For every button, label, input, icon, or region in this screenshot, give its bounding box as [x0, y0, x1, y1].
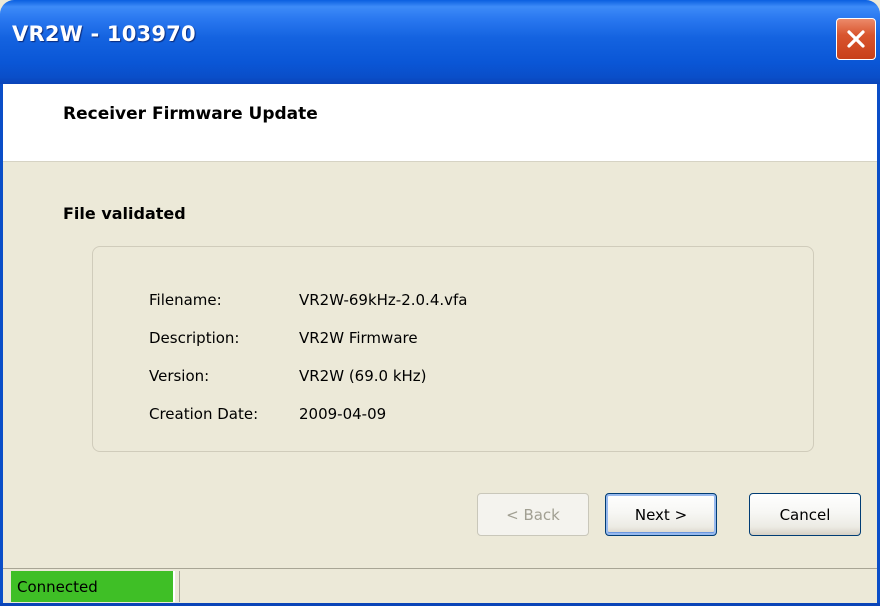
close-button[interactable]: [836, 18, 876, 60]
title-bar[interactable]: VR2W - 103970: [0, 0, 880, 84]
section-title: File validated: [63, 204, 186, 223]
description-value: VR2W Firmware: [299, 329, 418, 347]
cancel-button[interactable]: Cancel: [749, 493, 861, 536]
status-bar-panel: [179, 571, 871, 602]
description-label: Description:: [149, 329, 240, 347]
filename-label: Filename:: [149, 291, 222, 309]
description-row: Description: VR2W Firmware: [149, 329, 418, 347]
file-info-group: Filename: VR2W-69kHz-2.0.4.vfa Descriptio…: [92, 246, 814, 452]
next-button[interactable]: Next >: [605, 493, 717, 536]
version-row: Version: VR2W (69.0 kHz): [149, 367, 427, 385]
version-value: VR2W (69.0 kHz): [299, 367, 427, 385]
version-label: Version:: [149, 367, 210, 385]
wizard-title: Receiver Firmware Update: [63, 104, 318, 124]
connection-status: Connected: [11, 571, 175, 602]
app-window: VR2W - 103970 Receiver Firmware Update F…: [0, 0, 880, 606]
filename-row: Filename: VR2W-69kHz-2.0.4.vfa: [149, 291, 468, 309]
status-bar: Connected: [3, 568, 877, 604]
creation-date-label: Creation Date:: [149, 405, 259, 423]
creation-date-value: 2009-04-09: [299, 405, 387, 423]
creation-date-row: Creation Date: 2009-04-09: [149, 405, 386, 423]
close-icon: [847, 30, 865, 48]
wizard-body: File validated Filename: VR2W-69kHz-2.0.4…: [3, 162, 877, 567]
filename-value: VR2W-69kHz-2.0.4.vfa: [299, 291, 468, 309]
window-title: VR2W - 103970: [12, 22, 196, 46]
back-button[interactable]: < Back: [477, 493, 589, 536]
wizard-header: Receiver Firmware Update: [3, 84, 877, 162]
